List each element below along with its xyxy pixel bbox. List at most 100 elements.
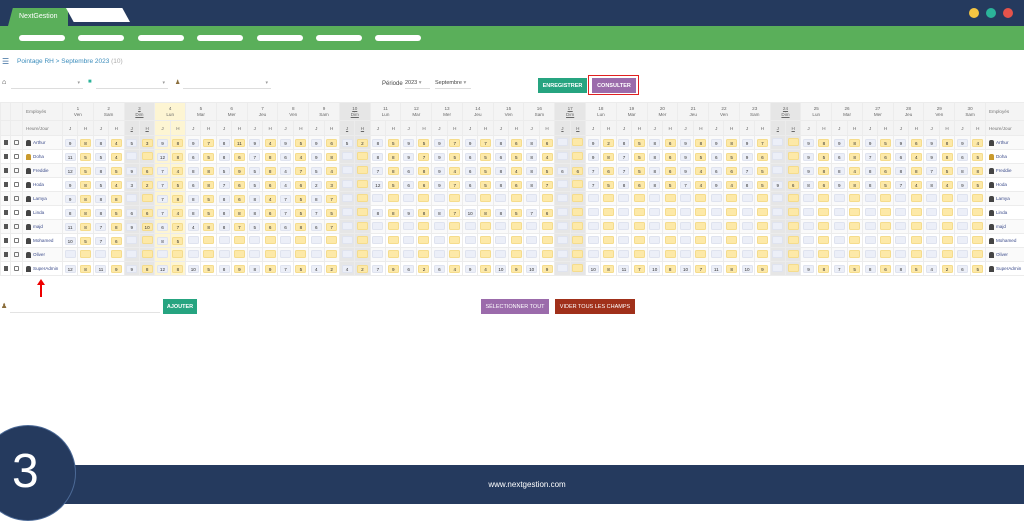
days-input[interactable] bbox=[403, 236, 414, 244]
hours-input[interactable]: 8 bbox=[418, 167, 429, 175]
employee-name[interactable]: Linda bbox=[33, 210, 44, 215]
hours-input[interactable] bbox=[880, 222, 891, 230]
row-checkbox[interactable] bbox=[14, 154, 19, 159]
days-input[interactable]: 5 bbox=[95, 153, 106, 161]
hours-input[interactable]: 6 bbox=[542, 139, 553, 147]
days-input[interactable] bbox=[465, 236, 476, 244]
hours-input[interactable]: 4 bbox=[972, 139, 983, 147]
hours-input[interactable]: 4 bbox=[111, 153, 122, 161]
hours-input[interactable] bbox=[542, 250, 553, 258]
days-input[interactable]: 6 bbox=[188, 181, 199, 189]
row-checkbox[interactable] bbox=[14, 168, 19, 173]
days-input[interactable] bbox=[526, 250, 537, 258]
hours-input[interactable] bbox=[849, 208, 860, 216]
days-input[interactable] bbox=[680, 194, 691, 202]
days-input[interactable]: 9 bbox=[188, 139, 199, 147]
trash-icon[interactable] bbox=[4, 168, 8, 173]
hours-input[interactable]: 5 bbox=[511, 209, 522, 217]
days-input[interactable]: 9 bbox=[157, 139, 168, 147]
blank-tab[interactable] bbox=[66, 8, 130, 22]
hours-input[interactable] bbox=[942, 194, 953, 202]
hours-input[interactable] bbox=[911, 250, 922, 258]
days-input[interactable] bbox=[772, 194, 783, 202]
days-input[interactable]: 6 bbox=[403, 167, 414, 175]
site-select[interactable]: ▾ bbox=[11, 80, 83, 89]
days-input[interactable]: 5 bbox=[342, 139, 353, 147]
hours-input[interactable]: 7 bbox=[234, 223, 245, 231]
days-input[interactable] bbox=[434, 194, 445, 202]
hours-input[interactable]: 5 bbox=[326, 209, 337, 217]
hours-input[interactable] bbox=[418, 222, 429, 230]
days-input[interactable] bbox=[526, 236, 537, 244]
hours-input[interactable]: 7 bbox=[449, 139, 460, 147]
days-input[interactable] bbox=[311, 250, 322, 258]
days-input[interactable] bbox=[865, 222, 876, 230]
employee-name[interactable]: Mohamed bbox=[33, 238, 53, 243]
days-input[interactable]: 9 bbox=[834, 181, 845, 189]
hours-input[interactable]: 7 bbox=[326, 195, 337, 203]
days-input[interactable] bbox=[188, 236, 199, 244]
hours-input[interactable]: 5 bbox=[203, 209, 214, 217]
days-input[interactable]: 4 bbox=[188, 223, 199, 231]
days-input[interactable]: 12 bbox=[65, 167, 76, 175]
hours-input[interactable]: 5 bbox=[972, 265, 983, 273]
employee-name[interactable]: Linda bbox=[996, 210, 1007, 215]
hours-input[interactable] bbox=[357, 208, 368, 216]
hours-input[interactable]: 9 bbox=[265, 265, 276, 273]
hours-input[interactable] bbox=[634, 236, 645, 244]
trash-icon[interactable] bbox=[4, 196, 8, 201]
days-input[interactable] bbox=[557, 208, 568, 216]
trash-icon[interactable] bbox=[4, 140, 8, 145]
employee-name[interactable]: SuperAdmin bbox=[996, 266, 1021, 271]
hours-input[interactable]: 5 bbox=[972, 153, 983, 161]
hours-input[interactable] bbox=[265, 250, 276, 258]
days-input[interactable] bbox=[219, 250, 230, 258]
days-input[interactable]: 7 bbox=[372, 265, 383, 273]
hours-input[interactable] bbox=[142, 236, 153, 244]
hours-input[interactable]: 5 bbox=[757, 167, 768, 175]
days-input[interactable]: 9 bbox=[249, 139, 260, 147]
hours-input[interactable] bbox=[480, 250, 491, 258]
hours-input[interactable]: 6 bbox=[542, 209, 553, 217]
hours-input[interactable]: 6 bbox=[265, 181, 276, 189]
days-input[interactable]: 9 bbox=[680, 153, 691, 161]
hours-input[interactable] bbox=[357, 180, 368, 188]
hours-input[interactable]: 6 bbox=[572, 167, 583, 175]
days-input[interactable]: 8 bbox=[865, 181, 876, 189]
hours-input[interactable] bbox=[142, 250, 153, 258]
days-input[interactable]: 8 bbox=[895, 167, 906, 175]
days-input[interactable]: 7 bbox=[280, 195, 291, 203]
hours-input[interactable]: 4 bbox=[265, 195, 276, 203]
row-checkbox[interactable] bbox=[14, 252, 19, 257]
hours-input[interactable] bbox=[357, 250, 368, 258]
nav-item[interactable] bbox=[138, 35, 184, 41]
days-input[interactable] bbox=[772, 236, 783, 244]
days-input[interactable] bbox=[895, 222, 906, 230]
hours-input[interactable]: 6 bbox=[511, 181, 522, 189]
hours-input[interactable] bbox=[572, 138, 583, 146]
row-checkbox[interactable] bbox=[14, 224, 19, 229]
days-input[interactable] bbox=[372, 250, 383, 258]
employee-name[interactable]: Lamya bbox=[33, 196, 47, 201]
hours-input[interactable]: 8 bbox=[142, 265, 153, 273]
days-input[interactable] bbox=[834, 194, 845, 202]
year-select[interactable]: 2023 ▾ bbox=[405, 80, 430, 89]
hours-input[interactable]: 8 bbox=[326, 153, 337, 161]
hours-input[interactable] bbox=[511, 222, 522, 230]
hours-input[interactable] bbox=[695, 250, 706, 258]
days-input[interactable]: 2 bbox=[311, 181, 322, 189]
days-input[interactable]: 7 bbox=[311, 209, 322, 217]
days-input[interactable] bbox=[834, 250, 845, 258]
hours-input[interactable]: 5 bbox=[542, 167, 553, 175]
app-tab[interactable]: NextGestion bbox=[8, 8, 68, 26]
hours-input[interactable]: 8 bbox=[80, 223, 91, 231]
days-input[interactable]: 9 bbox=[742, 139, 753, 147]
hours-input[interactable]: 4 bbox=[111, 181, 122, 189]
days-input[interactable] bbox=[372, 194, 383, 202]
trash-icon[interactable] bbox=[4, 210, 8, 215]
days-input[interactable]: 8 bbox=[157, 237, 168, 245]
hours-input[interactable] bbox=[111, 250, 122, 258]
hours-input[interactable] bbox=[265, 236, 276, 244]
days-input[interactable] bbox=[680, 208, 691, 216]
hours-input[interactable] bbox=[942, 208, 953, 216]
